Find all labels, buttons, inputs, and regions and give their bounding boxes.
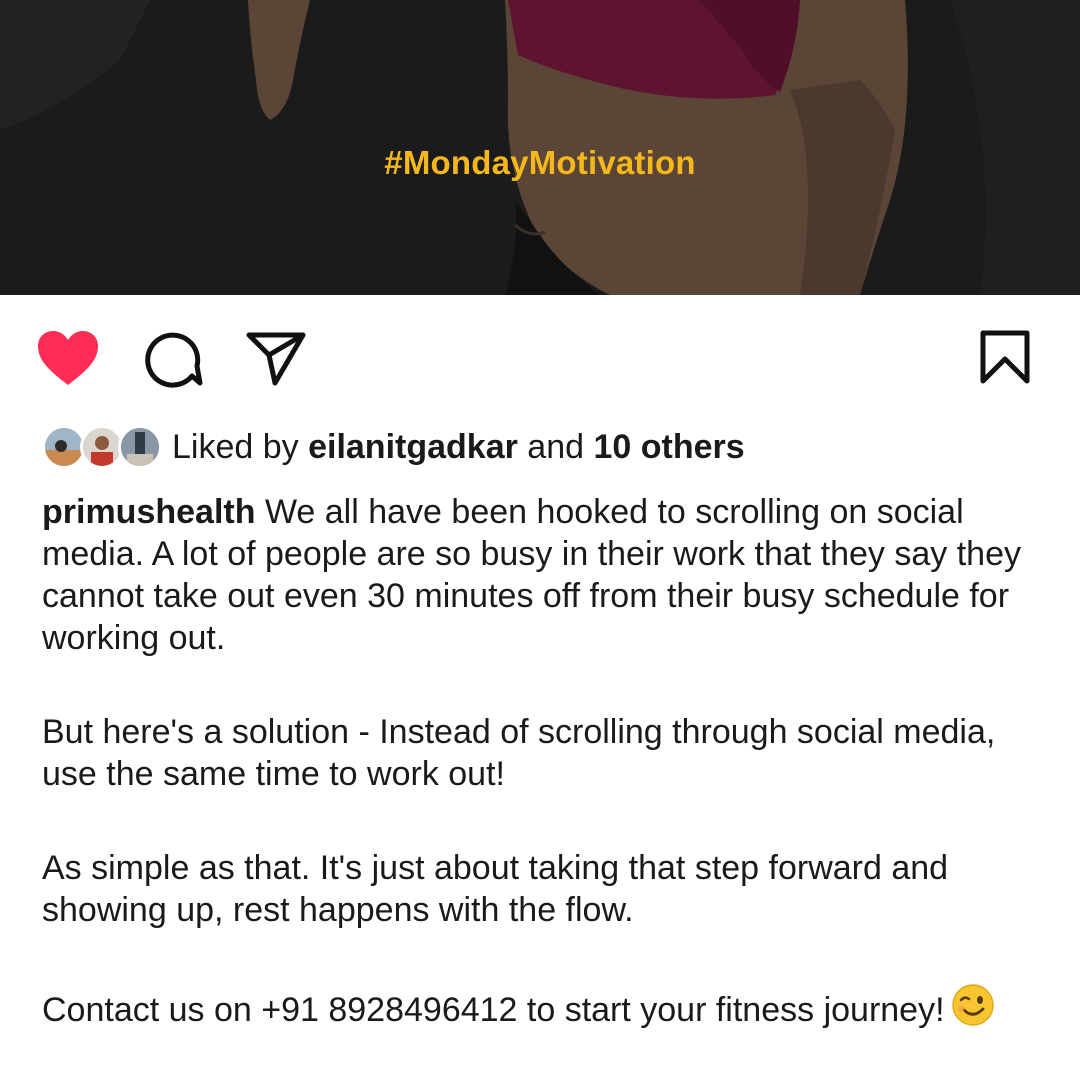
likes-others-link[interactable]: 10 others	[593, 428, 744, 466]
caption-text-4: Contact us on +91 8928496412 to start yo…	[42, 991, 945, 1029]
bookmark-icon	[980, 330, 1030, 384]
caption-paragraph: As simple as that. It's just about takin…	[42, 849, 949, 929]
post-image[interactable]: #MondayMotivation	[0, 0, 1080, 295]
likes-row[interactable]: Liked by eilanitgadkar and 10 others	[42, 420, 745, 474]
avatar	[118, 425, 162, 469]
share-button[interactable]	[245, 329, 307, 392]
paper-plane-icon	[246, 332, 306, 386]
caption-paragraph: Contact us on +91 8928496412 to start yo…	[42, 983, 1032, 1037]
comment-button[interactable]	[142, 328, 204, 393]
hashtag-text: #MondayMotivation	[384, 144, 696, 181]
comment-icon	[145, 332, 203, 388]
likes-prefix: Liked by	[172, 427, 299, 466]
save-button[interactable]	[978, 329, 1032, 390]
liker-username[interactable]: eilanitgadkar	[308, 428, 518, 466]
winking-face-emoji	[951, 983, 995, 1037]
caption-paragraph: primushealth We all have been hooked to …	[42, 491, 1032, 659]
like-button[interactable]	[36, 329, 100, 392]
post-caption: primushealth We all have been hooked to …	[42, 491, 1032, 1089]
heart-filled-icon	[38, 331, 98, 385]
caption-paragraph: But here's a solution - Instead of scrol…	[42, 713, 996, 793]
likes-connector: and	[527, 427, 585, 466]
likes-text: Liked by eilanitgadkar and 10 others	[172, 428, 745, 467]
liker-avatars	[42, 423, 162, 471]
post-action-bar	[0, 295, 1080, 415]
caption-username[interactable]: primushealth	[42, 493, 255, 531]
